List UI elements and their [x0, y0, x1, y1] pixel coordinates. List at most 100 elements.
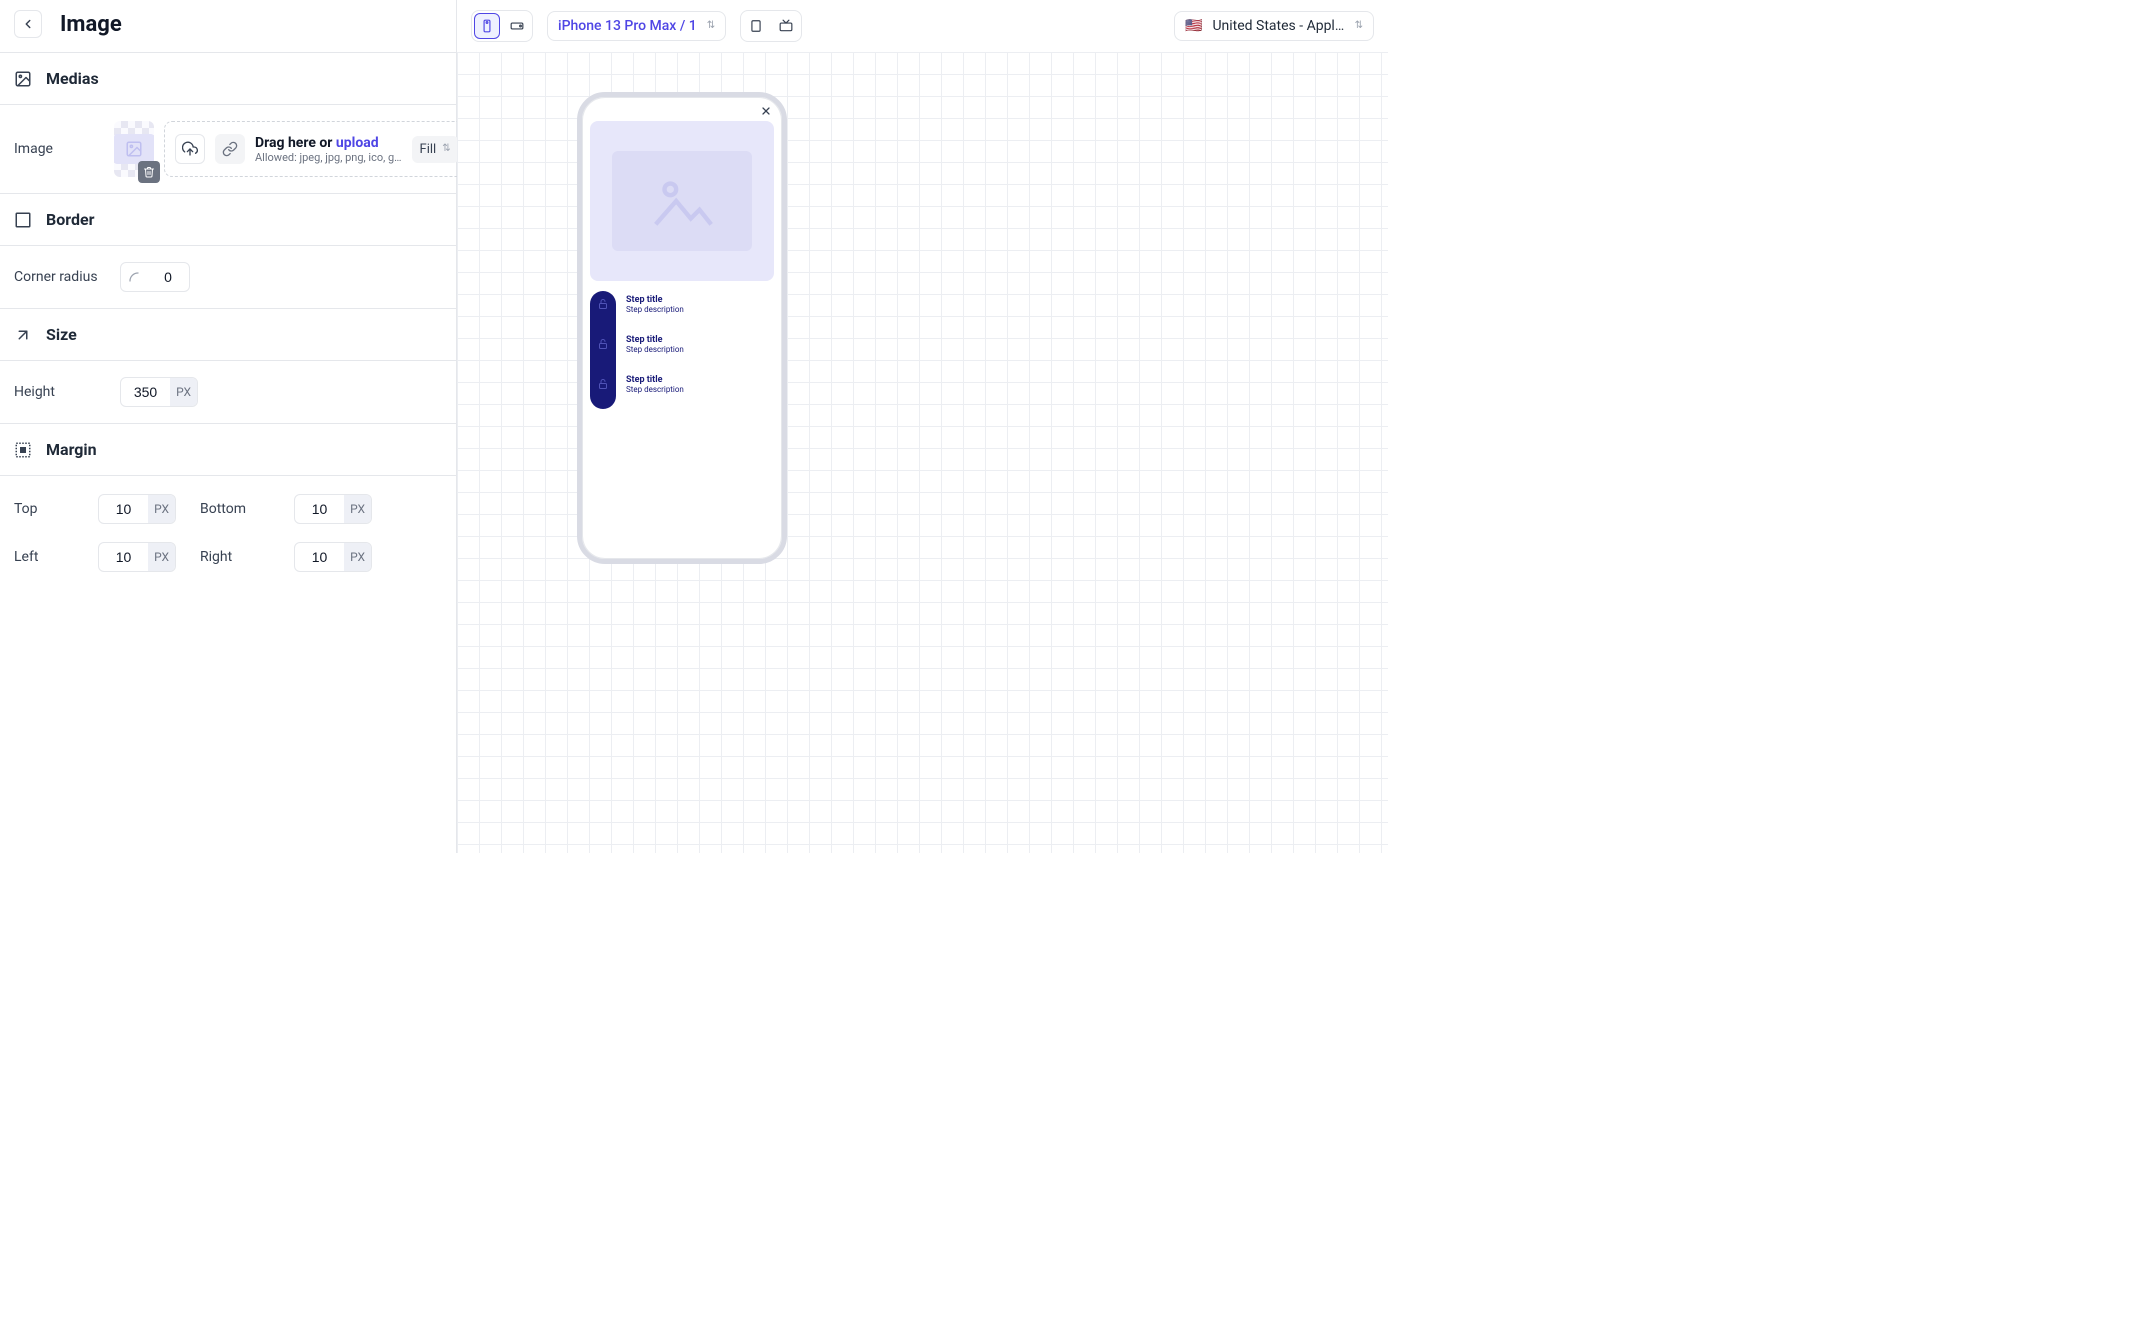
tablet-icon	[749, 19, 763, 33]
close-button[interactable]	[760, 105, 772, 117]
image-placeholder-icon	[122, 140, 146, 158]
corner-radius-row: Corner radius	[0, 246, 456, 309]
height-label: Height	[14, 384, 104, 400]
step-title: Step title	[626, 375, 774, 385]
border-icon	[14, 211, 32, 229]
section-margin: Margin	[0, 424, 456, 476]
properties-panel: Image Medias Image Drag here or uplo	[0, 0, 457, 853]
chevron-updown-icon: ⇅	[442, 144, 450, 154]
dropzone-text: Drag here or upload Allowed: jpeg, jpg, …	[255, 135, 402, 164]
upload-dropzone[interactable]: Drag here or upload Allowed: jpeg, jpg, …	[164, 121, 470, 177]
margin-right-label: Right	[200, 549, 270, 565]
upload-mode-file-button[interactable]	[175, 134, 205, 164]
preview-step: Step title Step description	[590, 331, 774, 357]
margin-left-input[interactable]: PX	[98, 542, 176, 572]
margin-left-label: Left	[14, 549, 74, 565]
device-select-value: iPhone 13 Pro Max / 1	[558, 18, 697, 34]
upload-link[interactable]: upload	[336, 135, 379, 151]
image-row: Image Drag here or upload Allowed: jpeg,…	[0, 105, 456, 194]
close-icon	[760, 105, 772, 117]
image-thumbnail[interactable]	[114, 121, 154, 177]
preview-step: Step title Step description	[590, 371, 774, 397]
margin-top-input[interactable]: PX	[98, 494, 176, 524]
preview-steps: Step title Step description Step title S…	[590, 291, 774, 397]
corner-radius-label: Corner radius	[14, 269, 104, 285]
corner-icon	[128, 271, 140, 283]
margin-bottom-unit[interactable]: PX	[344, 495, 371, 523]
margin-bottom-value[interactable]	[295, 501, 344, 517]
chevron-updown-icon: ⇅	[707, 21, 715, 31]
step-desc: Step description	[626, 345, 774, 354]
lock-icon	[590, 371, 616, 397]
section-size: Size	[0, 309, 456, 361]
link-icon	[222, 141, 238, 157]
step-desc: Step description	[626, 305, 774, 314]
margin-right-unit[interactable]: PX	[344, 543, 371, 571]
drag-text: Drag here or	[255, 135, 336, 151]
fill-mode-select[interactable]: Fill ⇅	[412, 136, 459, 163]
preview-toolbar: iPhone 13 Pro Max / 1 ⇅ 🇺🇸 United States…	[457, 0, 1388, 52]
chevron-left-icon	[21, 17, 35, 31]
preview-hero-image	[590, 121, 774, 281]
margin-left-unit[interactable]: PX	[148, 543, 175, 571]
allowed-formats-text: Allowed: jpeg, jpg, png, ico, g…	[255, 151, 402, 164]
device-frame: Step title Step description Step title S…	[577, 92, 787, 564]
lock-icon	[590, 291, 616, 317]
margin-top-value[interactable]	[99, 501, 148, 517]
margin-right-value[interactable]	[295, 549, 344, 565]
margin-bottom-input[interactable]: PX	[294, 494, 372, 524]
corner-radius-value[interactable]	[147, 269, 189, 285]
section-title-margin: Margin	[46, 440, 97, 459]
height-input[interactable]: PX	[120, 377, 198, 407]
image-placeholder-icon	[637, 166, 727, 236]
page-title: Image	[60, 12, 122, 37]
device-select[interactable]: iPhone 13 Pro Max / 1 ⇅	[547, 11, 726, 41]
step-desc: Step description	[626, 385, 774, 394]
size-icon	[14, 326, 32, 344]
margin-left-value[interactable]	[99, 549, 148, 565]
image-label: Image	[14, 141, 104, 157]
margin-icon	[14, 441, 32, 459]
portrait-icon	[480, 19, 494, 33]
portrait-toggle[interactable]	[474, 13, 500, 39]
section-border: Border	[0, 194, 456, 246]
lock-icon	[590, 331, 616, 357]
back-button[interactable]	[14, 10, 42, 38]
tablet-toggle[interactable]	[741, 11, 771, 41]
tv-icon	[779, 19, 793, 33]
fill-mode-value: Fill	[420, 142, 437, 157]
landscape-toggle[interactable]	[502, 11, 532, 41]
height-row: Height PX	[0, 361, 456, 424]
preview-step: Step title Step description	[590, 291, 774, 317]
upload-mode-link-button[interactable]	[215, 134, 245, 164]
step-title: Step title	[626, 335, 774, 345]
section-title-size: Size	[46, 325, 77, 344]
media-icon	[14, 70, 32, 88]
orientation-toggle	[471, 10, 533, 42]
section-title-medias: Medias	[46, 69, 99, 88]
platform-toggle	[740, 10, 802, 42]
preview-canvas[interactable]: Step title Step description Step title S…	[457, 52, 1388, 853]
margin-bottom-label: Bottom	[200, 501, 270, 517]
margin-controls: Top PX Bottom PX Left PX Right PX	[0, 476, 456, 590]
trash-icon	[143, 166, 155, 178]
margin-right-input[interactable]: PX	[294, 542, 372, 572]
canvas-area: iPhone 13 Pro Max / 1 ⇅ 🇺🇸 United States…	[457, 0, 1388, 853]
tv-toggle[interactable]	[771, 11, 801, 41]
delete-image-button[interactable]	[138, 161, 160, 183]
store-select-value: United States - Apple …	[1212, 18, 1344, 34]
corner-radius-input[interactable]	[120, 262, 190, 292]
height-unit[interactable]: PX	[170, 378, 197, 406]
step-title: Step title	[626, 295, 774, 305]
device-screen: Step title Step description Step title S…	[584, 99, 780, 557]
section-title-border: Border	[46, 210, 94, 229]
cloud-upload-icon	[182, 141, 198, 157]
height-value[interactable]	[121, 384, 170, 400]
store-select[interactable]: 🇺🇸 United States - Apple … ⇅	[1174, 11, 1374, 41]
section-medias: Medias	[0, 53, 456, 105]
margin-top-label: Top	[14, 501, 74, 517]
chevron-updown-icon: ⇅	[1355, 21, 1363, 31]
panel-header: Image	[0, 0, 456, 53]
landscape-icon	[510, 19, 524, 33]
margin-top-unit[interactable]: PX	[148, 495, 175, 523]
